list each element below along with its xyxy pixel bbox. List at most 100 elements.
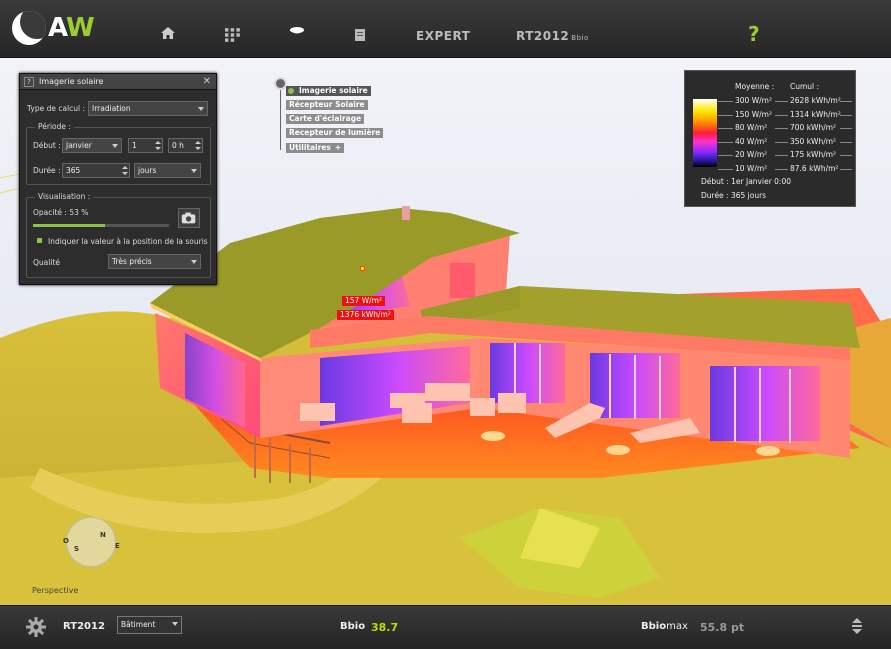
- opacity-slider-fill: [33, 224, 106, 227]
- home-icon[interactable]: [160, 26, 176, 40]
- legend-tick: [718, 128, 733, 129]
- spin-up-icon[interactable]: [195, 141, 201, 144]
- show-value-checkbox[interactable]: [37, 238, 42, 243]
- legend-tick: [775, 114, 788, 116]
- legend-tick: [718, 114, 733, 116]
- compass[interactable]: O S N E: [63, 517, 120, 567]
- gear-icon[interactable]: [26, 617, 46, 637]
- collapse-arrows-icon[interactable]: [851, 617, 863, 635]
- spin-down-icon[interactable]: [195, 147, 201, 150]
- debut-hour-stepper[interactable]: 0 h: [168, 138, 203, 153]
- bbiomax-label-a: Bbio: [641, 621, 667, 632]
- tree-item-recepteur-solaire[interactable]: Récepteur Solaire: [286, 100, 368, 110]
- nav-rt-sub: Bbio: [571, 34, 589, 42]
- legend-average-value: 40 W/m²: [735, 136, 768, 146]
- duree-stepper[interactable]: 365: [62, 163, 130, 178]
- legend-cumulative-header: Cumul :: [790, 82, 820, 91]
- help-icon[interactable]: ?: [748, 22, 760, 46]
- show-value-label: Indiquer la valeur à la position de la s…: [48, 237, 208, 246]
- spin-down-icon[interactable]: [122, 172, 128, 175]
- compass-east: E: [115, 542, 120, 550]
- spin-down-icon[interactable]: [155, 147, 161, 150]
- duree-unit-value: jours: [138, 166, 157, 175]
- tree-item-imagerie-solaire[interactable]: Imagerie solaire: [286, 86, 371, 96]
- spin-up-icon[interactable]: [122, 166, 128, 169]
- close-icon[interactable]: ✕: [203, 76, 211, 87]
- chevron-down-icon: [198, 107, 204, 111]
- expand-plus-icon[interactable]: +: [335, 143, 341, 152]
- document-icon[interactable]: [355, 28, 365, 42]
- debut-month-value: Janvier: [66, 141, 92, 150]
- quality-select[interactable]: Très précis: [108, 254, 201, 269]
- legend-tick: [775, 101, 788, 102]
- opacity-label: Opacité : 53 %: [33, 208, 89, 217]
- legend-average-value: 20 W/m²: [735, 150, 768, 159]
- spin-up-icon[interactable]: [155, 141, 161, 144]
- tree-connector: [280, 90, 281, 150]
- probe-average-label: 157 W/m²: [342, 296, 385, 306]
- nav-rt2012[interactable]: RT2012 Bbio: [516, 29, 589, 43]
- opacity-slider[interactable]: [33, 224, 169, 227]
- building-value: Bâtiment: [121, 620, 156, 629]
- calc-type-label: Type de calcul :: [27, 104, 86, 113]
- probe-cumulative-label: 1376 kWh/m²: [337, 310, 394, 320]
- irradiation-legend: Moyenne : Cumul : 300 W/m² 2628 kWh/m² 150…: [684, 70, 856, 207]
- tree-item-carte-eclairage[interactable]: Carte d'éclairage: [286, 114, 365, 124]
- legend-tick: [840, 101, 852, 102]
- legend-cumulative-value: 700 kWh/m²: [790, 123, 837, 132]
- nav-rt-label: RT2012: [516, 29, 570, 43]
- panel-title: Imagerie solaire: [39, 77, 104, 86]
- bbiomax-label: Bbiomax: [641, 621, 688, 632]
- legend-cumulative-value: 175 kWh/m²: [790, 150, 837, 159]
- compass-south: S: [74, 545, 80, 553]
- legend-cumulative-value: 1314 kWh/m²: [790, 109, 841, 119]
- legend-average-value: 10 W/m²: [735, 163, 768, 173]
- legend-average-header: Moyenne :: [735, 82, 775, 91]
- legend-tick: [775, 168, 788, 170]
- chevron-down-icon: [172, 622, 178, 626]
- periode-title: Période :: [35, 122, 74, 131]
- legend-tick: [718, 141, 733, 143]
- visualisation-title: Visualisation :: [35, 192, 94, 201]
- legend-debut: Début : 1er Janvier 0:00: [701, 177, 791, 186]
- nav-expert[interactable]: EXPERT: [416, 29, 470, 43]
- panel-header: ? Imagerie solaire ✕: [20, 74, 216, 90]
- legend-cumulative-value: 2628 kWh/m²: [790, 96, 841, 105]
- sun-icon[interactable]: [287, 24, 307, 38]
- legend-tick: [775, 128, 788, 129]
- building-select[interactable]: Bâtiment: [117, 616, 182, 634]
- duree-value: 365: [66, 166, 81, 175]
- chevron-down-icon: [191, 260, 197, 264]
- legend-tick: [840, 141, 852, 143]
- calc-type-value: Irradiation: [92, 104, 131, 113]
- duree-unit-select[interactable]: jours: [134, 163, 201, 178]
- debut-day-stepper[interactable]: 1: [128, 138, 163, 153]
- calc-type-select[interactable]: Irradiation: [88, 101, 208, 116]
- probe-marker: [360, 266, 365, 271]
- legend-tick: [775, 155, 788, 156]
- help-button[interactable]: ?: [24, 76, 34, 87]
- legend-tick: [840, 168, 852, 170]
- chevron-down-icon: [191, 169, 197, 173]
- bbiomax-label-b: max: [666, 621, 688, 632]
- tree-item-utilitaires-label: Utilitaires: [289, 143, 331, 152]
- legend-cumulative-value: 87.6 kWh/m²: [790, 163, 839, 173]
- compass-west: O: [63, 537, 69, 545]
- bbiomax-value: 55.8 pt: [700, 621, 745, 634]
- bbio-label: Bbio: [340, 621, 366, 632]
- logo-mark-icon: [12, 11, 46, 45]
- debut-month-select[interactable]: Janvier: [62, 138, 122, 153]
- logo-text: AW: [48, 13, 95, 43]
- camera-button[interactable]: [178, 208, 200, 228]
- app-logo: AW: [12, 8, 95, 48]
- legend-tick: [718, 155, 733, 156]
- tree-item-utilitaires[interactable]: Utilitaires +: [286, 143, 345, 153]
- legend-average-value: 300 W/m²: [735, 96, 772, 105]
- grid-icon[interactable]: [225, 28, 241, 42]
- legend-tick: [775, 141, 788, 143]
- tree-item-recepteur-lumiere[interactable]: Recepteur de lumière: [286, 128, 384, 138]
- compass-north: N: [100, 531, 106, 539]
- legend-tick: [718, 168, 733, 170]
- debut-day-value: 1: [132, 141, 137, 150]
- top-toolbar: AW EXPERT RT2012 Bbio ?: [0, 0, 891, 58]
